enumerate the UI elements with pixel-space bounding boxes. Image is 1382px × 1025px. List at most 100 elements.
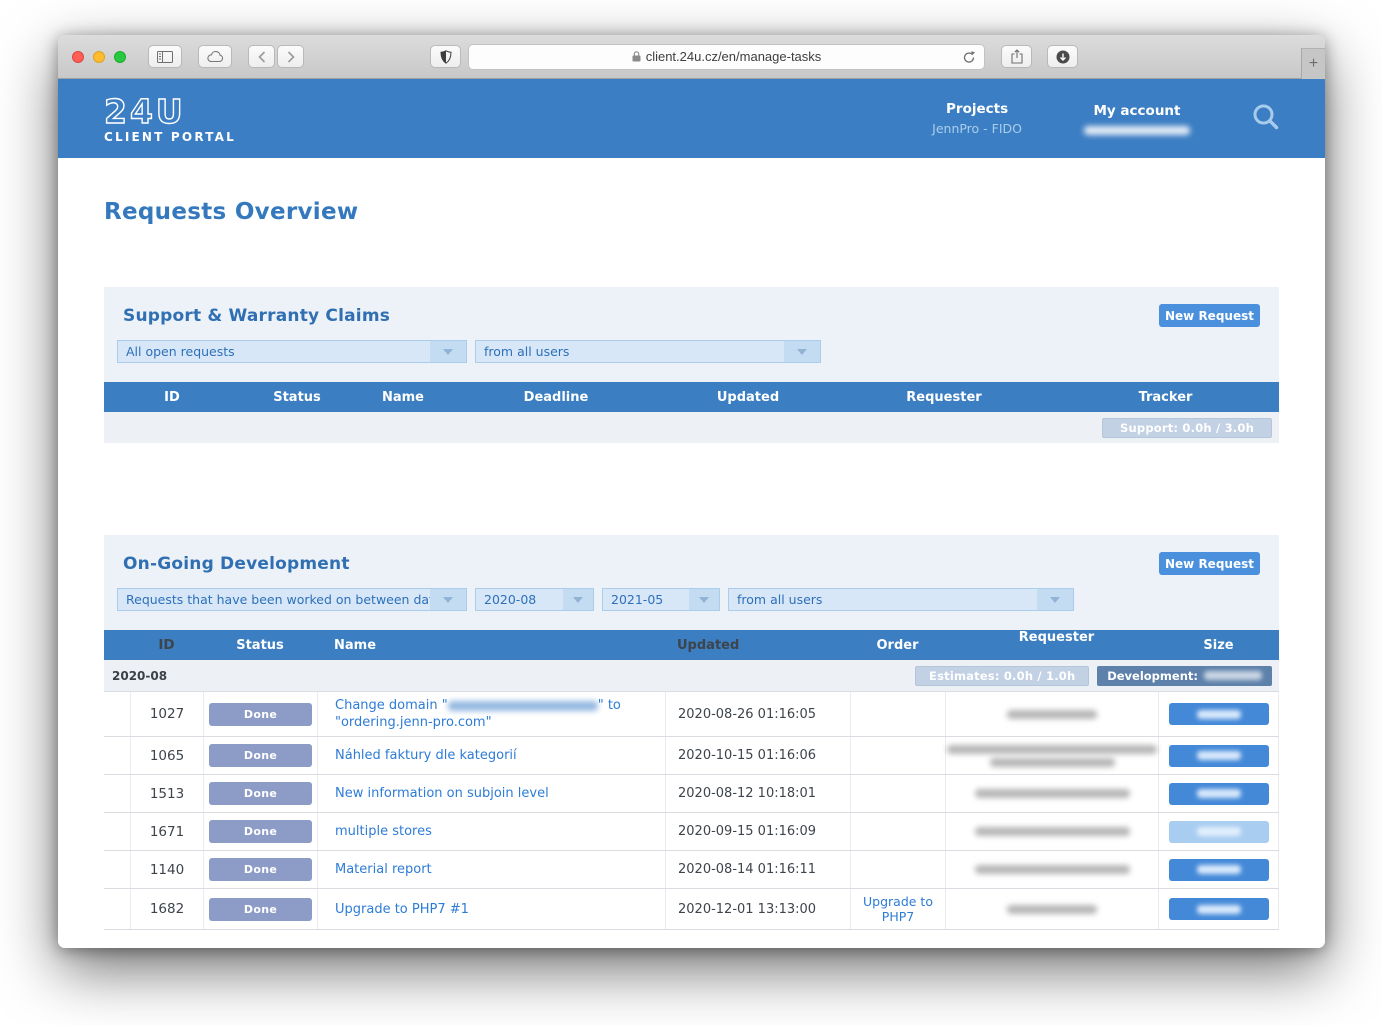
section-title: Support & Warranty Claims <box>123 306 390 326</box>
reload-icon[interactable] <box>962 50 976 65</box>
column-header[interactable]: Requester <box>945 630 1158 660</box>
privacy-report-button[interactable] <box>430 45 461 68</box>
size-value-redacted <box>1197 827 1241 836</box>
lock-icon <box>632 51 641 62</box>
icloud-tabs-button[interactable] <box>198 45 232 68</box>
size-badge[interactable] <box>1169 745 1269 767</box>
request-name-link[interactable]: Upgrade to PHP7 #1 <box>335 901 469 918</box>
status-badge: Done <box>209 820 312 843</box>
address-bar[interactable]: client.24u.cz/en/manage-tasks <box>468 44 985 70</box>
share-button[interactable] <box>1001 45 1032 68</box>
name-cell: New information on subjoin level <box>317 775 665 812</box>
size-cell <box>1158 851 1279 888</box>
column-header[interactable]: Updated <box>660 382 836 412</box>
column-header[interactable]: Status <box>203 630 317 660</box>
updated-cell: 2020-08-26 01:16:05 <box>665 692 850 736</box>
requester-redacted <box>975 789 1130 798</box>
column-header[interactable]: ID <box>104 382 240 412</box>
request-name-link[interactable]: Material report <box>335 861 432 878</box>
worked-on-filter-select[interactable]: Requests that have been worked on betwee… <box>117 588 467 611</box>
development-hours-redacted <box>1204 671 1262 680</box>
chevron-down-icon <box>689 589 719 610</box>
support-warranty-section: Support & Warranty Claims New Request Al… <box>104 287 1279 443</box>
size-badge[interactable] <box>1169 783 1269 805</box>
updated-cell: 2020-12-01 13:13:00 <box>665 889 850 929</box>
window-controls <box>72 51 126 63</box>
nav-my-account[interactable]: My account <box>1084 103 1190 135</box>
share-icon <box>1011 49 1023 64</box>
user-filter-select[interactable]: from all users <box>475 340 821 363</box>
minimize-window-button[interactable] <box>93 51 105 63</box>
nav-projects[interactable]: Projects JennPro - FIDO <box>932 101 1022 136</box>
row-spacer <box>104 737 130 774</box>
development-table-header: IDStatusNameUpdatedOrderRequesterSize <box>104 630 1279 660</box>
size-badge[interactable] <box>1169 821 1269 843</box>
development-section: On-Going Development New Request Request… <box>104 535 1279 930</box>
size-value-redacted <box>1197 751 1241 760</box>
column-header[interactable]: Order <box>850 630 945 660</box>
column-header[interactable]: Deadline <box>452 382 660 412</box>
select-value: Requests that have been worked on betwee… <box>126 592 448 607</box>
date-from-select[interactable]: 2020-08 <box>475 588 594 611</box>
column-header[interactable]: Name <box>317 630 665 660</box>
name-cell: multiple stores <box>317 813 665 850</box>
chevron-down-icon <box>784 341 820 362</box>
browser-window: client.24u.cz/en/manage-tasks + <box>58 35 1325 948</box>
request-name-link[interactable]: New information on subjoin level <box>335 785 549 802</box>
forward-button[interactable] <box>277 45 304 68</box>
column-header[interactable]: Requester <box>836 382 1052 412</box>
size-badge[interactable] <box>1169 703 1269 725</box>
zoom-window-button[interactable] <box>114 51 126 63</box>
back-button[interactable] <box>248 45 275 68</box>
nav-account-label: My account <box>1084 103 1190 119</box>
size-cell <box>1158 692 1279 736</box>
size-cell <box>1158 775 1279 812</box>
forward-icon <box>287 51 295 63</box>
column-header[interactable]: Name <box>354 382 452 412</box>
order-cell <box>850 775 945 812</box>
development-hours-badge: Development: <box>1097 666 1272 686</box>
select-value: 2021-05 <box>611 592 663 607</box>
column-header[interactable]: Tracker <box>1052 382 1279 412</box>
nav-projects-label: Projects <box>932 101 1022 117</box>
requester-redacted <box>975 827 1130 836</box>
request-name-link[interactable]: multiple stores <box>335 823 432 840</box>
request-name-link[interactable]: Náhled faktury dle kategorií <box>335 747 517 764</box>
chevron-down-icon <box>430 341 466 362</box>
order-cell <box>850 813 945 850</box>
request-id: 1140 <box>130 851 203 888</box>
cloud-icon <box>206 51 224 63</box>
select-value: All open requests <box>126 344 235 359</box>
size-badge[interactable] <box>1169 859 1269 881</box>
order-cell <box>850 851 945 888</box>
user-filter-select[interactable]: from all users <box>728 588 1074 611</box>
sidebar-toggle-button[interactable] <box>148 45 182 68</box>
request-filter-select[interactable]: All open requests <box>117 340 467 363</box>
requester-cell <box>945 775 1158 812</box>
order-link[interactable]: Upgrade to PHP7 <box>851 894 945 924</box>
column-header[interactable]: Size <box>1158 630 1279 660</box>
column-header[interactable]: ID <box>130 630 203 660</box>
section-title: On-Going Development <box>123 554 350 574</box>
status-badge: Done <box>209 744 312 767</box>
column-header[interactable]: Status <box>240 382 354 412</box>
table-row: 1140 Done Material report 2020-08-14 01:… <box>104 851 1279 889</box>
close-window-button[interactable] <box>72 51 84 63</box>
downloads-button[interactable] <box>1047 45 1078 68</box>
date-to-select[interactable]: 2021-05 <box>602 588 720 611</box>
site-logo[interactable]: 24U CLIENT PORTAL <box>104 95 236 143</box>
request-id: 1513 <box>130 775 203 812</box>
size-badge[interactable] <box>1169 898 1269 920</box>
status-cell: Done <box>203 737 317 774</box>
search-button[interactable] <box>1252 103 1279 134</box>
new-tab-button[interactable]: + <box>1301 48 1325 79</box>
column-header[interactable]: Updated <box>665 630 850 660</box>
new-request-button[interactable]: New Request <box>1159 552 1260 575</box>
month-group-label: 2020-08 <box>104 669 167 683</box>
support-hours-badge: Support: 0.0h / 3.0h <box>1102 418 1272 438</box>
name-redacted <box>448 701 598 711</box>
new-request-button[interactable]: New Request <box>1159 304 1260 327</box>
updated-cell: 2020-10-15 01:16:06 <box>665 737 850 774</box>
request-name-link[interactable]: Change domain "" to "ordering.jenn-pro.c… <box>335 697 655 731</box>
account-name-redacted <box>1084 126 1190 135</box>
